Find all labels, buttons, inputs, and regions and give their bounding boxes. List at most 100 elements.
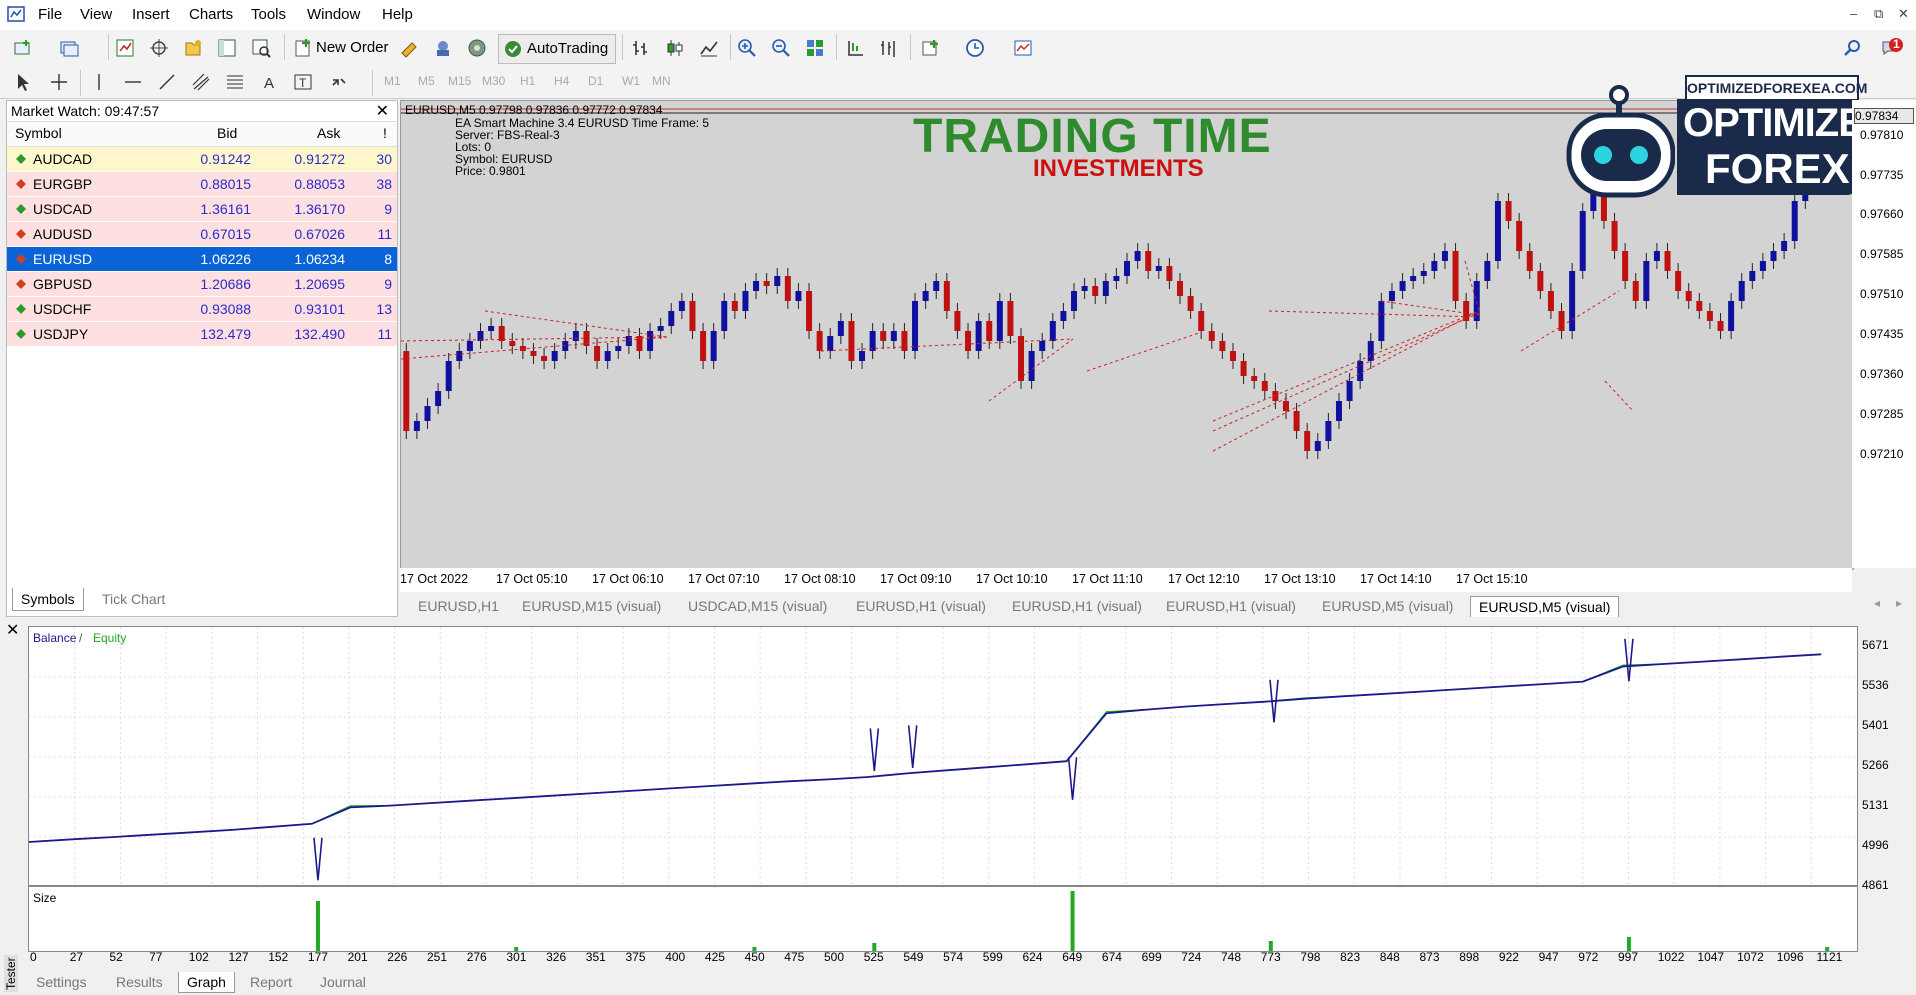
notifications-icon[interactable]: 1 [1880, 36, 1904, 60]
chart-tab[interactable]: EURUSD,M5 (visual) [1322, 596, 1453, 616]
menu-tools[interactable]: Tools [251, 6, 286, 23]
fibonacci-icon[interactable] [222, 69, 248, 95]
menu-file[interactable]: File [38, 6, 62, 23]
bar-chart-icon[interactable] [628, 35, 654, 61]
menu-window[interactable]: Window [307, 6, 360, 23]
chart-tab[interactable]: EURUSD,H1 (visual) [856, 596, 986, 616]
tab-graph[interactable]: Graph [178, 972, 235, 993]
channel-icon[interactable] [188, 69, 214, 95]
text-label-icon[interactable]: T [290, 69, 316, 95]
periods-clock-icon[interactable] [962, 35, 988, 61]
zoom-in-icon[interactable] [734, 35, 760, 61]
menu-insert[interactable]: Insert [132, 6, 170, 23]
search-icon[interactable] [1840, 35, 1866, 61]
market-watch-row[interactable]: USDCAD 1.36161 1.36170 9 [7, 197, 397, 221]
profiles-icon[interactable] [56, 35, 82, 61]
timeframe-m1[interactable]: M1 [384, 74, 401, 88]
autoscroll-icon[interactable] [842, 35, 868, 61]
chart-shift-icon[interactable] [876, 35, 902, 61]
tab-scroll-right-icon[interactable]: ▸ [1896, 596, 1902, 610]
tester-close-icon[interactable]: ✕ [6, 620, 19, 640]
timeframe-mn[interactable]: MN [652, 74, 671, 88]
chart-tab[interactable]: EURUSD,H1 (visual) [1166, 596, 1296, 616]
new-chart-icon[interactable] [10, 35, 36, 61]
text-icon[interactable]: A [256, 69, 282, 95]
new-order-button[interactable]: New Order [316, 39, 389, 56]
trendline-icon[interactable] [154, 69, 180, 95]
vertical-line-icon[interactable] [86, 69, 112, 95]
line-chart-icon[interactable] [696, 35, 722, 61]
navigator-icon[interactable] [180, 35, 206, 61]
market-watch-row[interactable]: EURUSD 1.06226 1.06234 8 [7, 247, 397, 271]
col-symbol[interactable]: Symbol [15, 125, 62, 141]
timeframe-d1[interactable]: D1 [588, 74, 603, 88]
market-watch-row[interactable]: EURGBP 0.88015 0.88053 38 [7, 172, 397, 196]
menu-help[interactable]: Help [382, 6, 413, 23]
candle-body [435, 391, 442, 406]
timeframe-w1[interactable]: W1 [622, 74, 640, 88]
data-window-icon[interactable] [146, 35, 172, 61]
new-order-icon[interactable] [290, 35, 316, 61]
chart-tab[interactable]: EURUSD,H1 (visual) [1012, 596, 1142, 616]
chart-tab[interactable]: EURUSD,M15 (visual) [522, 596, 661, 616]
market-icon[interactable] [464, 35, 490, 61]
market-watch-row[interactable]: AUDUSD 0.67015 0.67026 11 [7, 222, 397, 246]
tile-windows-icon[interactable] [802, 35, 828, 61]
chart-tab[interactable]: EURUSD,H1 [418, 596, 499, 616]
price-chart[interactable]: EURUSD,M5 0.97798 0.97836 0.97772 0.9783… [400, 75, 1908, 570]
tester-x-tick-label: 724 [1181, 950, 1202, 964]
zoom-out-icon[interactable] [768, 35, 794, 61]
tab-results[interactable]: Results [116, 972, 163, 992]
minimize-button[interactable]: – [1850, 6, 1857, 21]
tab-scroll-left-icon[interactable]: ◂ [1874, 596, 1880, 610]
market-watch-spread: 11 [377, 226, 392, 242]
market-watch-row[interactable]: GBPUSD 1.20686 1.20695 9 [7, 272, 397, 296]
tab-report[interactable]: Report [250, 972, 292, 992]
tester-x-tick-label: 1121 [1816, 950, 1843, 964]
terminal-icon[interactable] [214, 35, 240, 61]
strategy-tester-icon[interactable] [248, 35, 274, 61]
time-tick-label: 17 Oct 15:10 [1456, 572, 1528, 586]
market-watch-row[interactable]: USDCHF 0.93088 0.93101 13 [7, 297, 397, 321]
autotrading-button[interactable]: AutoTrading [498, 34, 616, 64]
tab-journal[interactable]: Journal [320, 972, 366, 992]
tab-symbols[interactable]: Symbols [12, 588, 84, 611]
candle-body [1410, 276, 1417, 281]
tester-x-tick-label: 0 [30, 950, 37, 964]
arrows-icon[interactable] [326, 69, 352, 95]
cursor-icon[interactable] [10, 69, 36, 95]
candle-body [1124, 261, 1130, 276]
tab-settings[interactable]: Settings [36, 972, 87, 992]
timeframe-m5[interactable]: M5 [418, 74, 435, 88]
menu-view[interactable]: View [80, 6, 112, 23]
tester-x-tick-label: 599 [982, 950, 1003, 964]
indicators-icon[interactable] [918, 35, 944, 61]
candle-body [1643, 261, 1650, 301]
col-spread[interactable]: ! [383, 125, 387, 141]
close-window-button[interactable]: ✕ [1898, 6, 1909, 22]
chart-tab-active[interactable]: EURUSD,M5 (visual) [1470, 596, 1620, 617]
timeframe-m30[interactable]: M30 [482, 74, 505, 88]
horizontal-line-icon[interactable] [120, 69, 146, 95]
candle-body [1357, 361, 1364, 381]
market-watch-close-icon[interactable]: ✕ [376, 101, 389, 121]
col-bid[interactable]: Bid [217, 125, 237, 141]
col-ask[interactable]: Ask [317, 125, 340, 141]
timeframe-h4[interactable]: H4 [554, 74, 569, 88]
restore-button[interactable]: ⧉ [1874, 6, 1883, 22]
timeframe-h1[interactable]: H1 [520, 74, 535, 88]
signals-icon[interactable] [430, 35, 456, 61]
crosshair-icon[interactable] [46, 69, 72, 95]
chart-tab[interactable]: USDCAD,M15 (visual) [688, 596, 827, 616]
candle-body [1579, 211, 1586, 271]
metaeditor-icon[interactable] [396, 35, 422, 61]
candlestick-icon[interactable] [662, 35, 688, 61]
timeframe-m15[interactable]: M15 [448, 74, 471, 88]
tab-tick-chart[interactable]: Tick Chart [94, 588, 173, 610]
templates-icon[interactable] [1010, 35, 1036, 61]
market-watch-row[interactable]: AUDCAD 0.91242 0.91272 30 [7, 147, 397, 171]
market-watch-icon[interactable] [112, 35, 138, 61]
menu-charts[interactable]: Charts [189, 6, 233, 23]
current-price-label: 0.97834 [1854, 108, 1914, 124]
market-watch-row[interactable]: USDJPY 132.479 132.490 11 [7, 322, 397, 346]
